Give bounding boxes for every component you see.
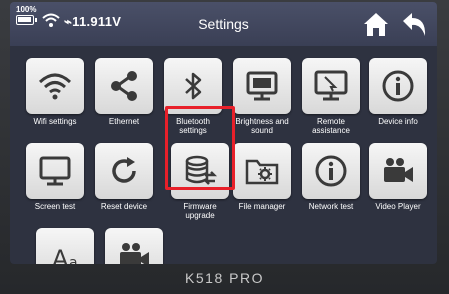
- device-screen: 100% ⌁11.911V Settings Wifi settings Eth…: [10, 2, 437, 264]
- app-remote-assistance[interactable]: Remote assistance: [298, 58, 364, 135]
- wifi-icon: [26, 58, 84, 114]
- font-size-icon: Aa: [36, 228, 94, 264]
- app-label: Brightness and sound: [235, 117, 289, 135]
- app-reset-device[interactable]: Reset device: [91, 143, 157, 211]
- device-model-label: K518 PRO: [185, 270, 264, 286]
- app-label: Reset device: [100, 202, 148, 211]
- remote-screen-icon: [302, 58, 360, 114]
- app-label: Firmware upgrade: [183, 202, 217, 220]
- monitor-icon: [26, 143, 84, 199]
- app-wifi-settings[interactable]: Wifi settings: [22, 58, 88, 126]
- device-bezel: 100% ⌁11.911V Settings Wifi settings Eth…: [0, 0, 449, 294]
- video-camera-icon: [369, 143, 427, 199]
- app-label: Remote assistance: [312, 117, 350, 135]
- app-device-info[interactable]: Device info: [365, 58, 431, 126]
- app-label: Screen test: [34, 202, 76, 211]
- refresh-icon: [95, 143, 153, 199]
- app-label: File manager: [238, 202, 286, 211]
- app-network-test[interactable]: Network test: [298, 143, 364, 211]
- video-camera-icon: [105, 228, 163, 264]
- battery-percent: 100%: [16, 5, 37, 14]
- app-font-settings[interactable]: Aa: [32, 228, 98, 264]
- app-label: Video Player: [375, 202, 421, 211]
- app-video-recorder[interactable]: [101, 228, 167, 264]
- app-label: Device info: [378, 117, 418, 126]
- title-bar: 100% ⌁11.911V Settings: [10, 2, 437, 46]
- share-network-icon: [95, 58, 153, 114]
- folder-gear-icon: [233, 143, 291, 199]
- app-video-player[interactable]: Video Player: [365, 143, 431, 211]
- svg-text:a: a: [69, 255, 78, 264]
- info-icon: [302, 143, 360, 199]
- back-icon[interactable]: [399, 10, 429, 38]
- svg-text:A: A: [52, 245, 69, 264]
- app-ethernet[interactable]: Ethernet: [91, 58, 157, 126]
- app-screen-test[interactable]: Screen test: [22, 143, 88, 211]
- app-label: Wifi settings: [33, 117, 77, 126]
- info-icon: [369, 58, 427, 114]
- home-icon[interactable]: [361, 10, 391, 38]
- app-file-manager[interactable]: File manager: [229, 143, 295, 211]
- monitor-icon: [233, 58, 291, 114]
- app-brightness-and-sound[interactable]: Brightness and sound: [229, 58, 295, 135]
- app-label: Network test: [308, 202, 354, 211]
- firmware-upgrade-highlight-box: [165, 106, 235, 190]
- app-label: Ethernet: [108, 117, 140, 126]
